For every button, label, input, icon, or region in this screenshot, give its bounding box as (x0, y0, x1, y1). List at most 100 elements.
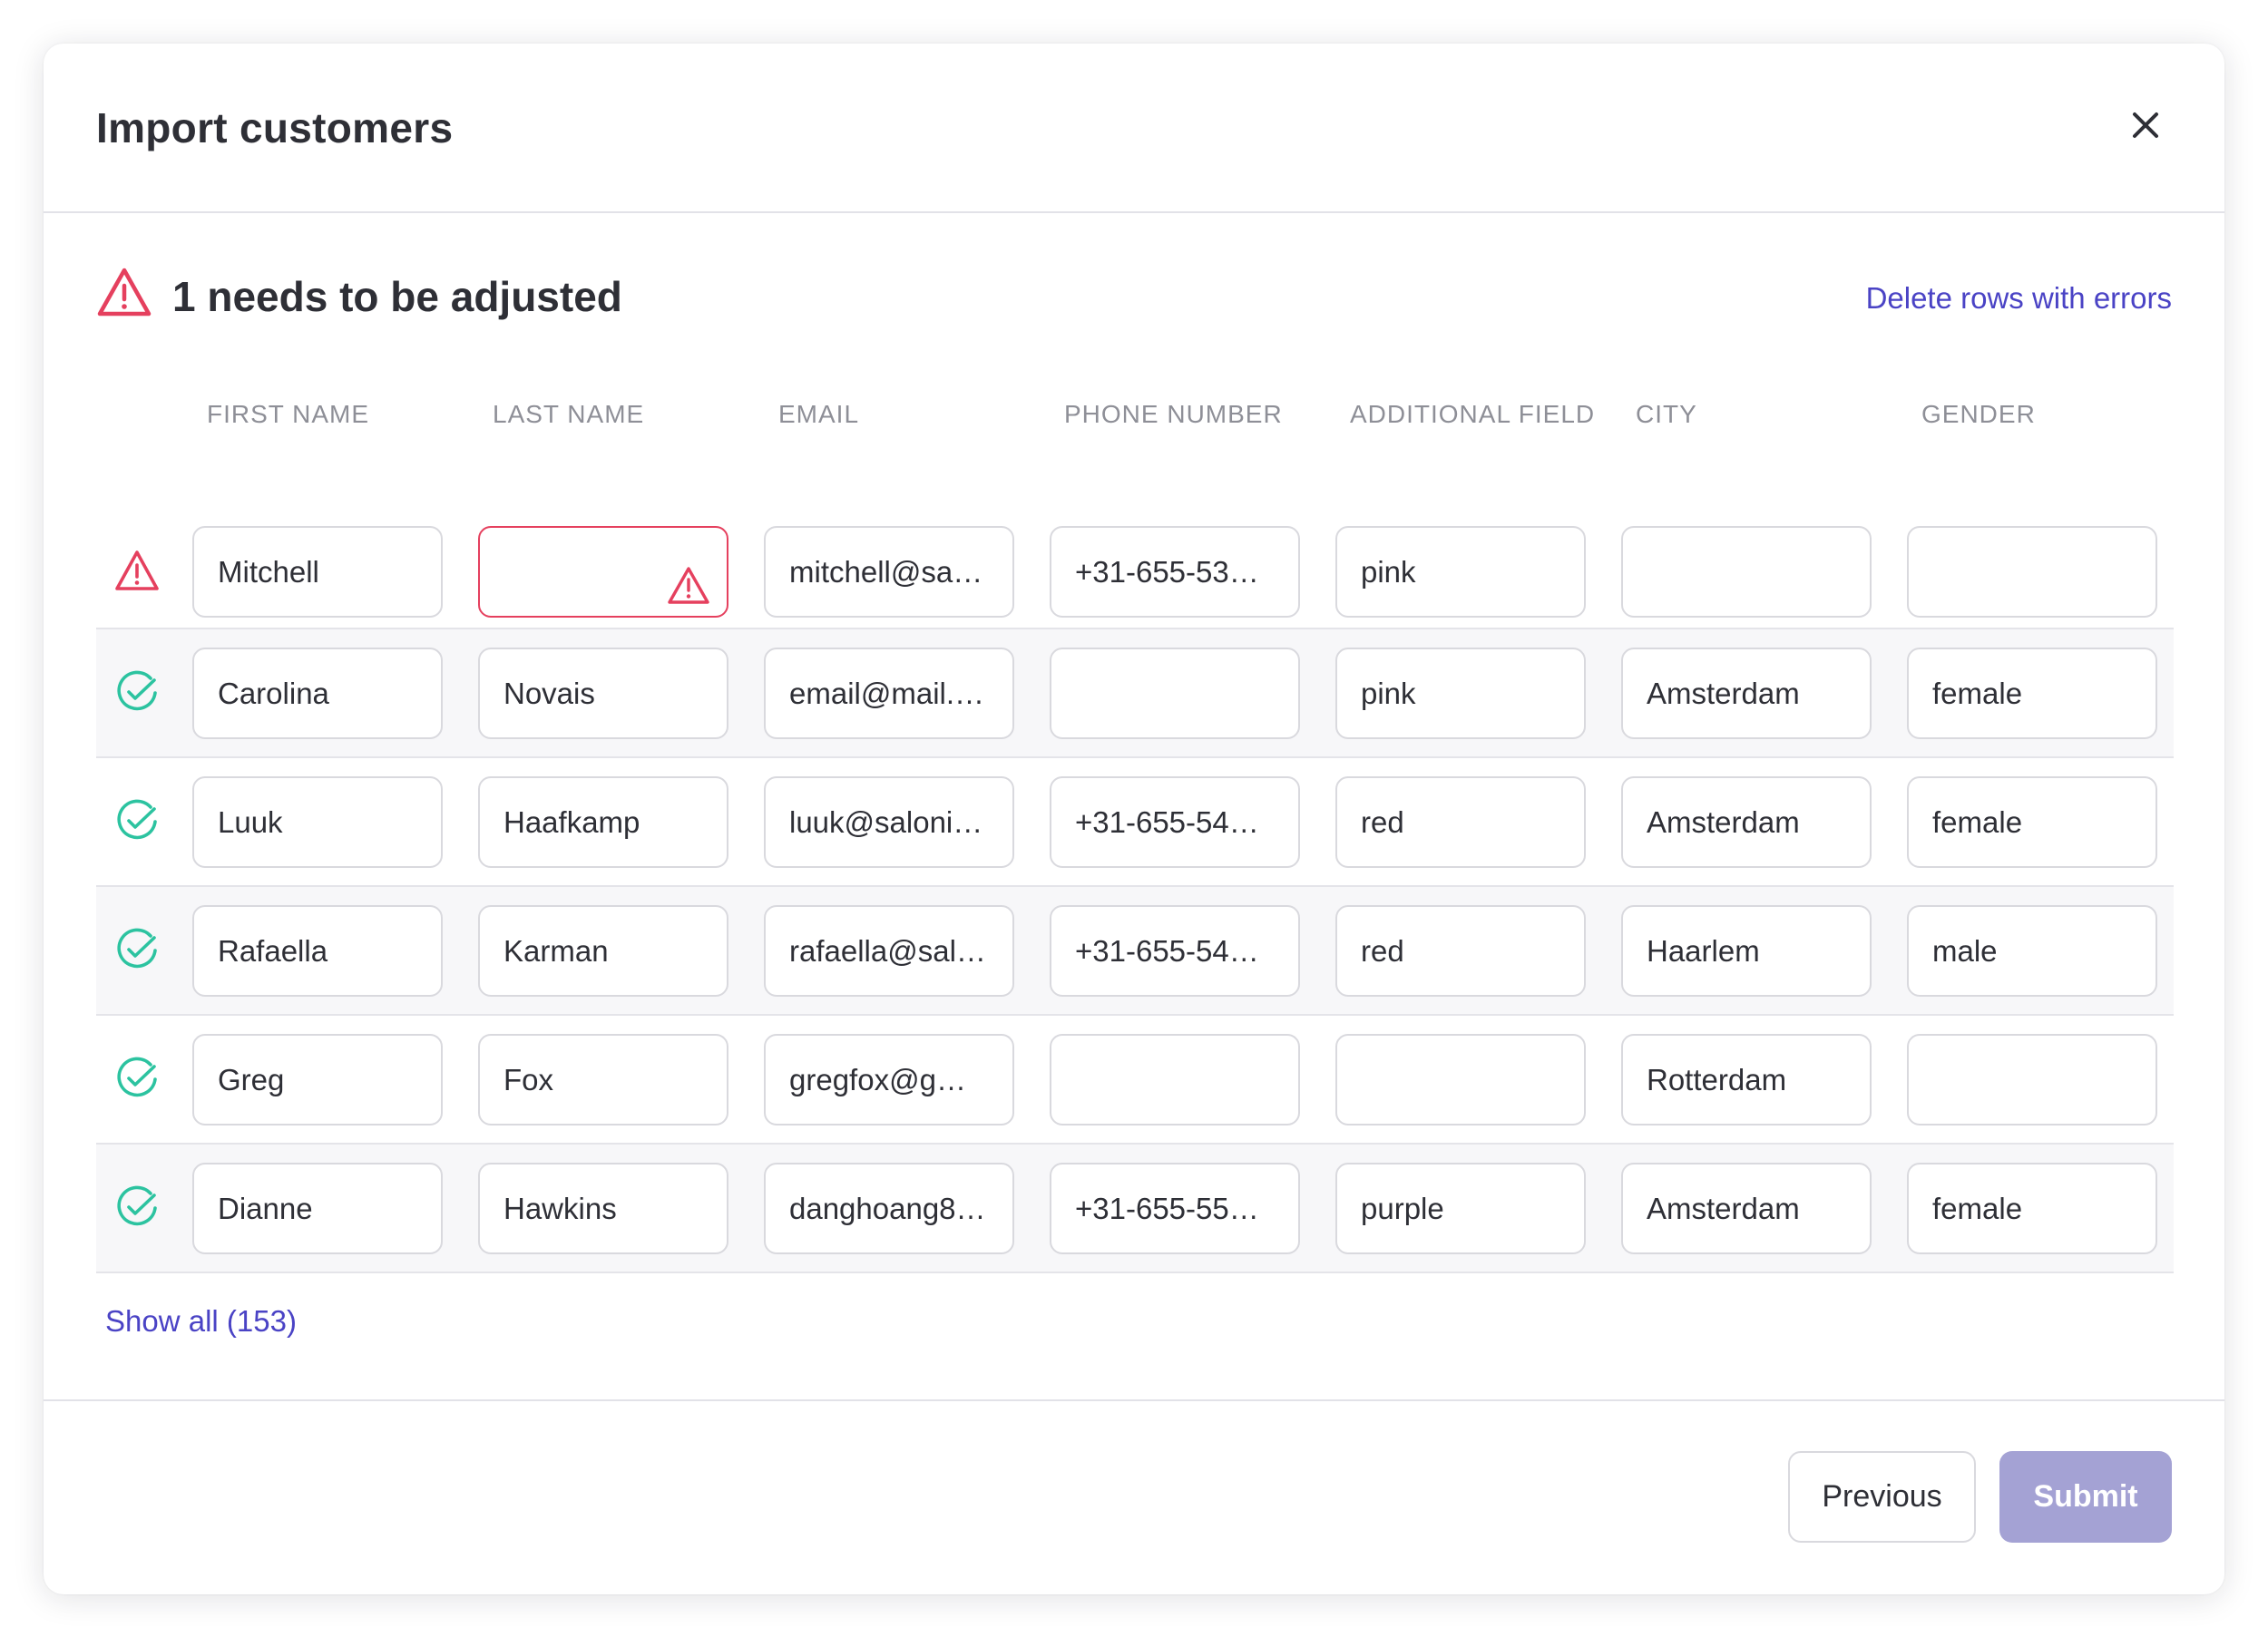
city-field[interactable]: Amsterdam (1621, 1163, 1872, 1254)
city-field[interactable]: Haarlem (1621, 905, 1872, 997)
additional-field-field[interactable]: purple (1335, 1163, 1586, 1254)
email-field[interactable]: gregfox@gm… (764, 1034, 1014, 1125)
column-header-gender: GENDER (1921, 400, 2036, 428)
check-circle-icon (114, 1057, 160, 1102)
email-value: email@mail.c… (789, 677, 1000, 710)
first-name-value: Dianne (218, 1192, 313, 1225)
first-name-field[interactable]: Dianne (192, 1163, 443, 1254)
previous-button[interactable]: Previous (1788, 1451, 1976, 1543)
last-name-field[interactable]: Novais (478, 648, 728, 739)
phone-number-field[interactable] (1050, 1034, 1300, 1125)
gender-field[interactable] (1907, 526, 2157, 618)
gender-field[interactable]: female (1907, 1163, 2157, 1254)
delete-rows-with-errors-link[interactable]: Delete rows with errors (1866, 281, 2172, 316)
email-field[interactable]: luuk@saloniz… (764, 776, 1014, 868)
column-header-phone-number: PHONE NUMBER (1064, 400, 1283, 428)
phone-number-value: +31-655-5331-74 (1075, 555, 1300, 589)
gender-value: female (1932, 1192, 2023, 1225)
last-name-field[interactable]: Fox (478, 1034, 728, 1125)
last-name-value: Karman (503, 934, 609, 968)
additional-field-value: red (1361, 805, 1404, 839)
additional-field-value: purple (1361, 1192, 1444, 1225)
submit-button[interactable]: Submit (1999, 1451, 2172, 1543)
email-value: gregfox@gm… (789, 1063, 992, 1096)
email-value: danghoang87… (789, 1192, 1002, 1225)
city-value: Amsterdam (1647, 1192, 1800, 1225)
gender-field[interactable]: male (1907, 905, 2157, 997)
modal-title: Import customers (96, 104, 454, 151)
check-circle-icon (114, 670, 160, 716)
table-row: Rafaella Karman rafaella@salo… +31-655-5400… (96, 887, 2174, 1016)
last-name-field[interactable]: Hawkins (478, 1163, 728, 1254)
last-name-field[interactable]: Karman (478, 905, 728, 997)
gender-field[interactable] (1907, 1034, 2157, 1125)
additional-field-value: red (1361, 934, 1404, 968)
column-header-city: CITY (1636, 400, 1697, 428)
first-name-value: Carolina (218, 677, 329, 710)
last-name-field[interactable] (478, 526, 728, 618)
field-warning-icon (667, 551, 710, 604)
city-field[interactable]: Rotterdam (1621, 1034, 1872, 1125)
column-header-last-name: LAST NAME (493, 400, 645, 428)
city-value: Haarlem (1647, 934, 1760, 968)
email-value: luuk@saloniz… (789, 805, 998, 839)
table-row: Greg Fox gregfox@gm… Rotterdam (96, 1016, 2174, 1145)
import-modal: Import customers 1 needs to be adjusted … (44, 44, 2224, 1594)
city-field[interactable]: Amsterdam (1621, 648, 1872, 739)
email-field[interactable]: email@mail.c… (764, 648, 1014, 739)
phone-number-value: +31-655-5425-14 (1075, 805, 1300, 839)
additional-field-field[interactable]: pink (1335, 526, 1586, 618)
last-name-value: Hawkins (503, 1192, 617, 1225)
city-field[interactable] (1621, 526, 1872, 618)
gender-value: female (1932, 805, 2023, 839)
email-field[interactable]: mitchell@salo… (764, 526, 1014, 618)
additional-field-field[interactable]: pink (1335, 648, 1586, 739)
gender-field[interactable]: female (1907, 776, 2157, 868)
first-name-value: Greg (218, 1063, 285, 1096)
first-name-value: Luuk (218, 805, 283, 839)
close-icon[interactable] (2124, 103, 2167, 147)
phone-number-value: +31-655-5400-88 (1075, 934, 1300, 968)
first-name-field[interactable]: Mitchell (192, 526, 443, 618)
warning-triangle-icon (96, 267, 152, 317)
phone-number-field[interactable]: +31-655-5425-14 (1050, 776, 1300, 868)
modal-header: Import customers (44, 44, 2224, 213)
first-name-field[interactable]: Rafaella (192, 905, 443, 997)
email-value: rafaella@salo… (789, 934, 1003, 968)
phone-number-field[interactable] (1050, 648, 1300, 739)
table-row: Luuk Haafkamp luuk@saloniz… +31-655-5425-14… (96, 758, 2174, 887)
alert-title: 1 needs to be adjusted (172, 273, 622, 320)
first-name-field[interactable]: Greg (192, 1034, 443, 1125)
phone-number-value: +31-655-5542-97 (1075, 1192, 1300, 1225)
column-header-first-name: FIRST NAME (207, 400, 370, 428)
additional-field-value: pink (1361, 555, 1416, 589)
first-name-value: Mitchell (218, 555, 319, 589)
show-all-link[interactable]: Show all (153) (105, 1304, 297, 1339)
gender-value: male (1932, 934, 1998, 968)
additional-field-field[interactable]: red (1335, 776, 1586, 868)
city-field[interactable]: Amsterdam (1621, 776, 1872, 868)
column-header-additional-field: ADDITIONAL FIELD (1350, 400, 1596, 428)
phone-number-field[interactable]: +31-655-5400-88 (1050, 905, 1300, 997)
additional-field-field[interactable] (1335, 1034, 1586, 1125)
last-name-value: Novais (503, 677, 595, 710)
first-name-field[interactable]: Luuk (192, 776, 443, 868)
table-row: Carolina Novais email@mail.c… pink Amsterdam… (96, 629, 2174, 758)
email-field[interactable]: rafaella@salo… (764, 905, 1014, 997)
city-value: Amsterdam (1647, 677, 1800, 710)
gender-field[interactable]: female (1907, 648, 2157, 739)
phone-number-field[interactable]: +31-655-5331-74 (1050, 526, 1300, 618)
email-field[interactable]: danghoang87… (764, 1163, 1014, 1254)
check-circle-icon (114, 928, 160, 973)
phone-number-field[interactable]: +31-655-5542-97 (1050, 1163, 1300, 1254)
city-value: Amsterdam (1647, 805, 1800, 839)
check-circle-icon (114, 799, 160, 844)
city-value: Rotterdam (1647, 1063, 1787, 1096)
column-header-email: EMAIL (778, 400, 860, 428)
table-row: Dianne Hawkins danghoang87… +31-655-5542-97… (96, 1145, 2174, 1273)
last-name-field[interactable]: Haafkamp (478, 776, 728, 868)
check-circle-icon (114, 1185, 160, 1231)
table-row-error: Mitchell mitchell@salo… +31-655-5331-74 pin… (96, 470, 2174, 658)
first-name-field[interactable]: Carolina (192, 648, 443, 739)
additional-field-field[interactable]: red (1335, 905, 1586, 997)
